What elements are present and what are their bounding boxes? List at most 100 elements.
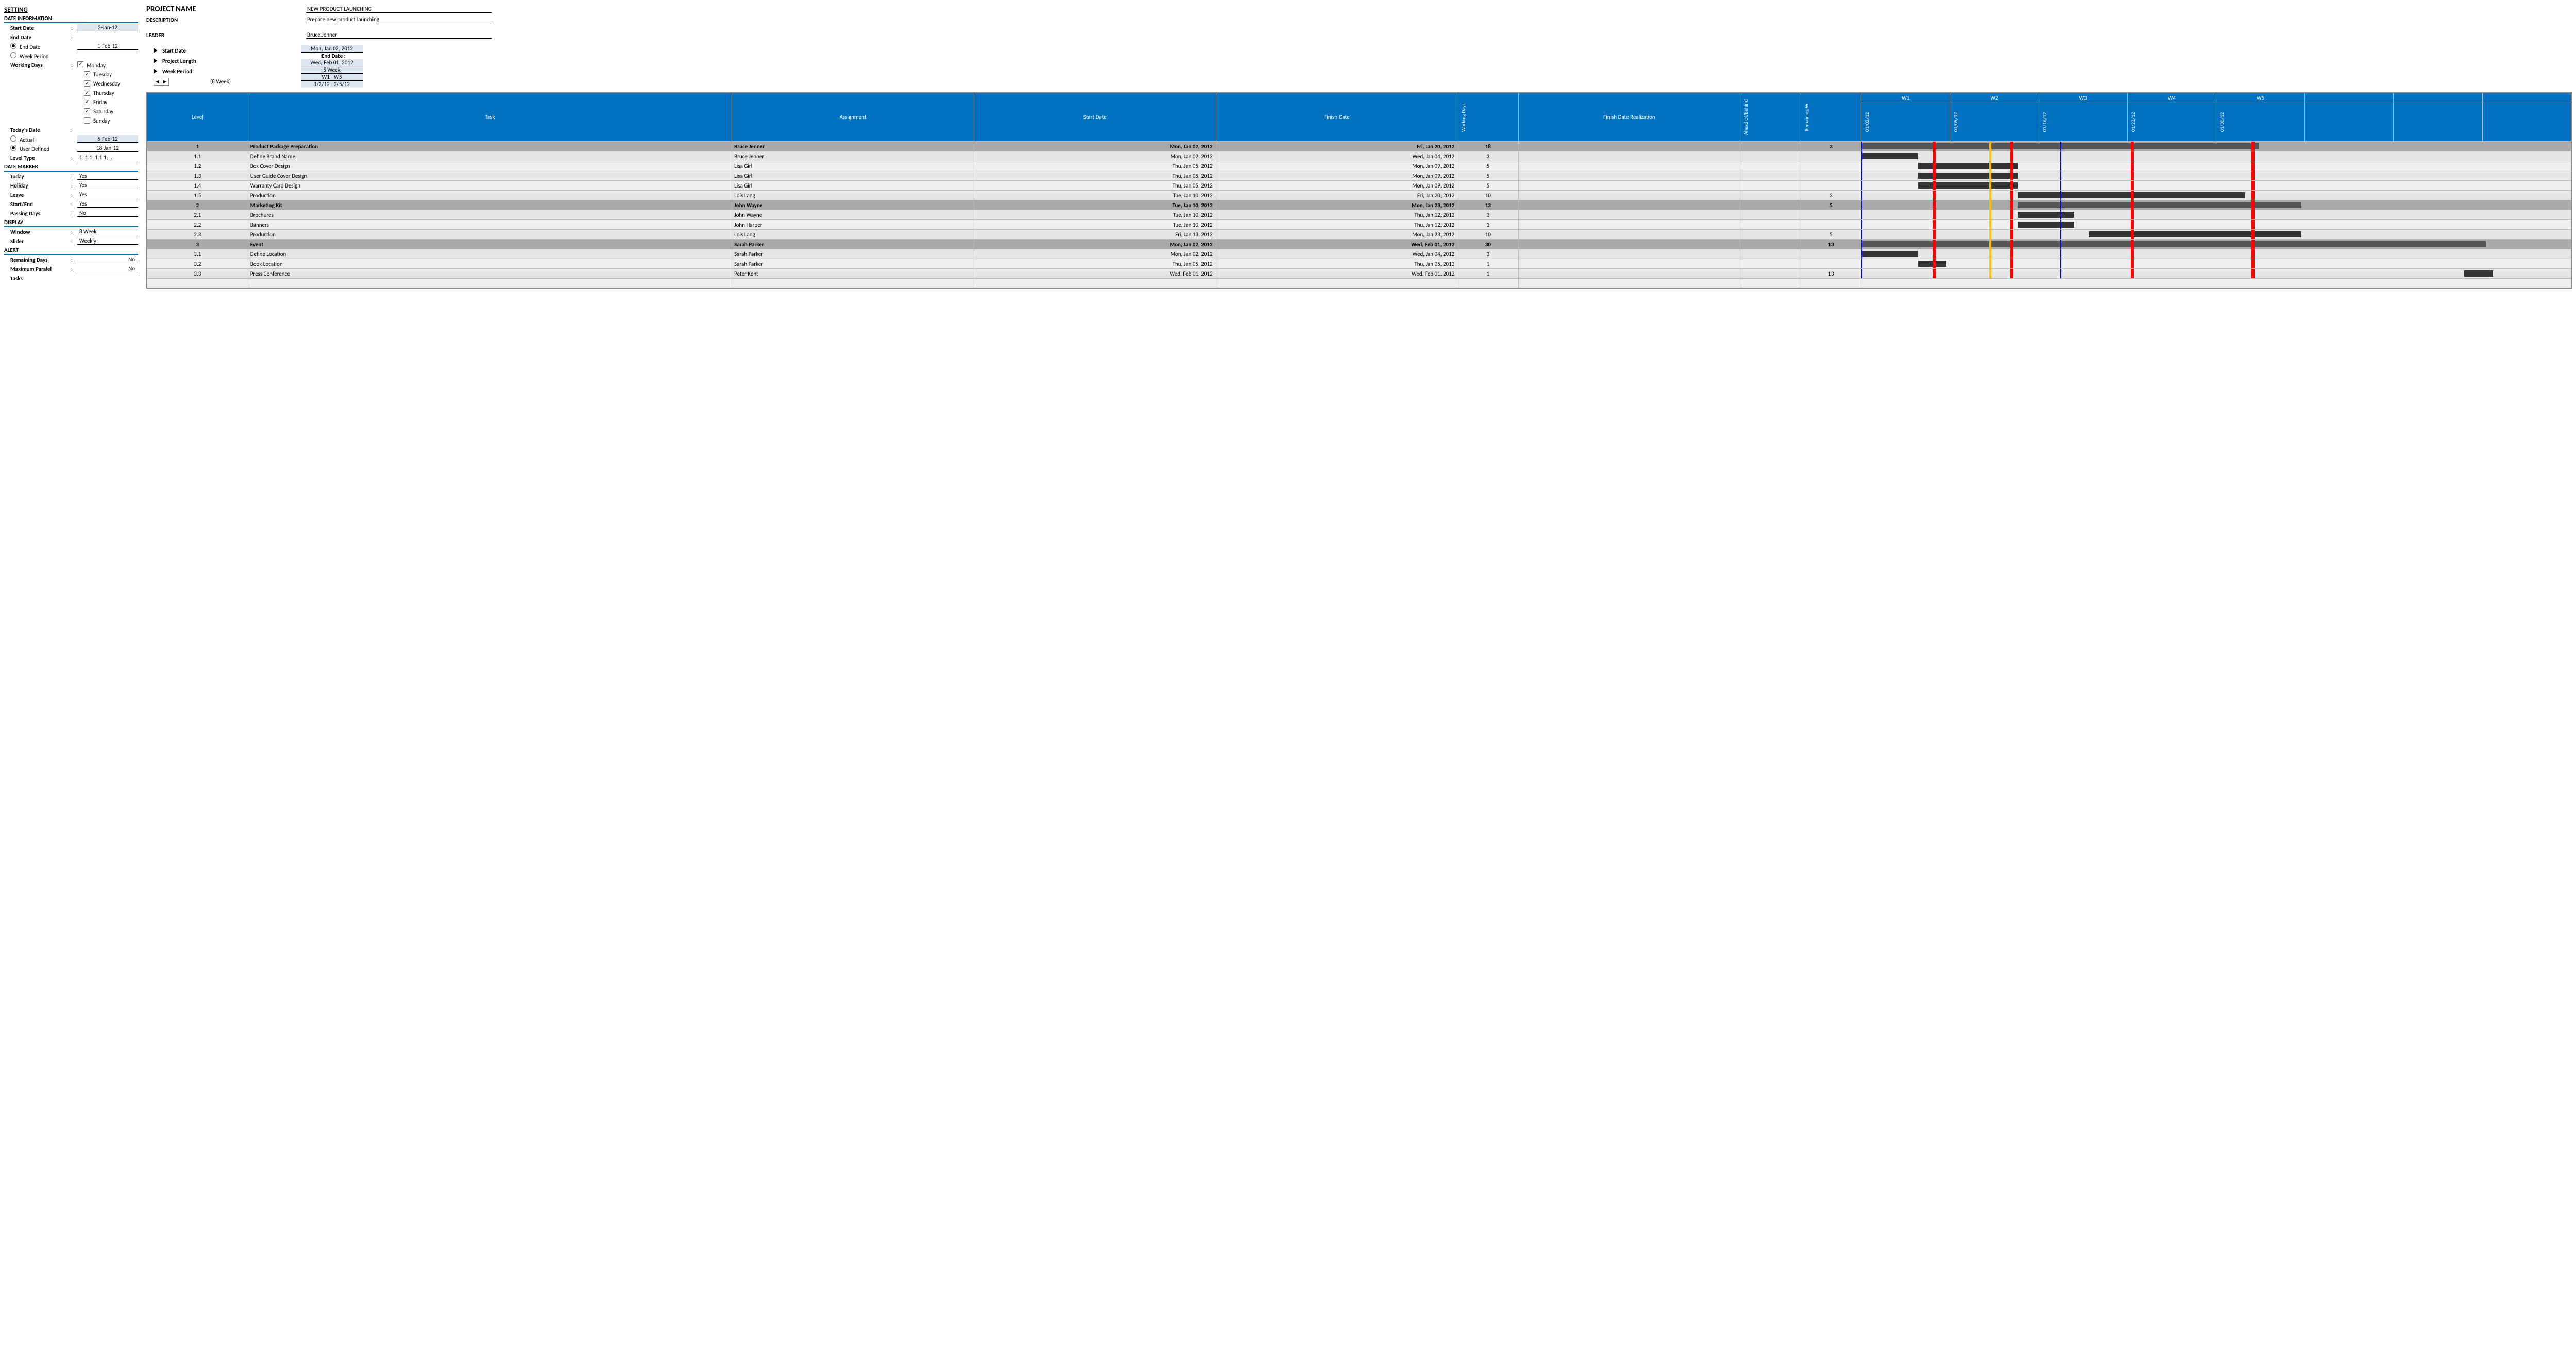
th-fr: Finish Date Realization [1518, 93, 1740, 142]
cell-assignment: Sarah Parker [732, 249, 974, 259]
slider-control[interactable]: ◄► [154, 78, 169, 86]
cell-finish: Fri, Jan 20, 2012 [1216, 191, 1458, 200]
table-row[interactable]: 1.2Box Cover DesignLisa GirlThu, Jan 05,… [147, 161, 2571, 171]
cell-wd: 5 [1458, 171, 1518, 181]
table-row[interactable]: 3.1Define LocationSarah ParkerMon, Jan 0… [147, 249, 2571, 259]
cell-level: 1.1 [147, 151, 248, 161]
gantt-bar [1861, 251, 1918, 257]
check-tuesday[interactable] [84, 71, 90, 77]
gantt-bar [2018, 222, 2074, 228]
marker-holiday-value[interactable]: Yes [77, 182, 138, 189]
cell-rw [1801, 210, 1861, 220]
cell-fr [1518, 210, 1740, 220]
th-task: Task [248, 93, 732, 142]
gantt-area [1861, 171, 2571, 181]
opt-end-date[interactable]: End Date [4, 43, 71, 50]
cell-start: Thu, Jan 05, 2012 [974, 181, 1216, 191]
cell-rw [1801, 249, 1861, 259]
th-level: Level [147, 93, 248, 142]
table-row[interactable]: 3.3Press ConferencePeter KentWed, Feb 01… [147, 269, 2571, 279]
table-row[interactable]: 1.5ProductionLois LangTue, Jan 10, 2012F… [147, 191, 2571, 200]
cell-ab [1740, 181, 1801, 191]
gantt-area [1861, 220, 2571, 230]
cell-level: 3 [147, 240, 248, 249]
table-row[interactable]: 1.4Warranty Card DesignLisa GirlThu, Jan… [147, 181, 2571, 191]
table-row[interactable]: 2.3ProductionLois LangFri, Jan 13, 2012M… [147, 230, 2571, 240]
level-type-value[interactable]: 1; 1.1; 1.1.1; .. [77, 154, 138, 161]
check-monday[interactable] [77, 61, 83, 67]
table-row[interactable]: 3.2Book LocationSarah ParkerThu, Jan 05,… [147, 259, 2571, 269]
th-w4: W4 [2127, 93, 2216, 103]
cell-ab [1740, 142, 1801, 151]
cell-rw: 13 [1801, 269, 1861, 279]
table-row[interactable]: 1.3User Guide Cover DesignLisa GirlThu, … [147, 171, 2571, 181]
cell-task: Warranty Card Design [248, 181, 732, 191]
check-saturday[interactable] [84, 108, 90, 114]
maxpar-value[interactable]: No [77, 265, 138, 272]
table-row[interactable]: 2.2BannersJohn HarperTue, Jan 10, 2012Th… [147, 220, 2571, 230]
cell-fr [1518, 259, 1740, 269]
window-value[interactable]: 8 Week [77, 228, 138, 235]
start-date-value[interactable]: 2-Jan-12 [77, 24, 138, 31]
cell-task: Production [248, 191, 732, 200]
cell-start: Tue, Jan 10, 2012 [974, 220, 1216, 230]
opt-user-defined[interactable]: User Defined [4, 145, 71, 152]
gantt-area [1861, 142, 2571, 151]
gantt-area [1861, 151, 2571, 161]
marker-se-value[interactable]: Yes [77, 200, 138, 208]
cell-rw: 13 [1801, 240, 1861, 249]
cell-level: 2.1 [147, 210, 248, 220]
cell-task: Production [248, 230, 732, 240]
date-marker-header: DATE MARKER [4, 163, 138, 172]
cell-start: Wed, Feb 01, 2012 [974, 269, 1216, 279]
cell-finish: Wed, Feb 01, 2012 [1216, 269, 1458, 279]
cell-fr [1518, 240, 1740, 249]
table-row[interactable]: 3EventSarah ParkerMon, Jan 02, 2012Wed, … [147, 240, 2571, 249]
level-type-label: Level Type [4, 155, 71, 161]
cell-fr [1518, 171, 1740, 181]
cell-level: 3.1 [147, 249, 248, 259]
gantt-bar [2018, 212, 2074, 218]
cell-start: Tue, Jan 10, 2012 [974, 191, 1216, 200]
cell-start: Mon, Jan 02, 2012 [974, 151, 1216, 161]
th-w2: W2 [1950, 93, 2039, 103]
description-value[interactable]: Prepare new product launching [306, 16, 492, 23]
opt-end-date-value[interactable]: 1-Feb-12 [77, 43, 138, 50]
cell-assignment: Sarah Parker [732, 240, 974, 249]
gantt-bar [2464, 270, 2493, 277]
header-start-date: Mon, Jan 02, 2012 [301, 45, 363, 53]
th-wd: Working Days [1458, 93, 1518, 142]
cell-start: Mon, Jan 02, 2012 [974, 249, 1216, 259]
opt-actual-value[interactable]: 6-Feb-12 [77, 135, 138, 143]
marker-leave-value[interactable]: Yes [77, 191, 138, 198]
remaining-value[interactable]: No [77, 256, 138, 263]
opt-week-period[interactable]: Week Period [4, 52, 71, 60]
cell-level: 2 [147, 200, 248, 210]
table-row[interactable]: 2.1BrochuresJohn WayneTue, Jan 10, 2012T… [147, 210, 2571, 220]
cell-rw: 5 [1801, 230, 1861, 240]
working-days-label: Working Days [4, 62, 71, 69]
table-row[interactable]: 1.1Define Brand NameBruce JennerMon, Jan… [147, 151, 2571, 161]
check-thursday[interactable] [84, 90, 90, 96]
start-date-label: Start Date [4, 25, 71, 31]
cell-assignment: Lois Lang [732, 191, 974, 200]
table-row[interactable]: 1Product Package PreparationBruce Jenner… [147, 142, 2571, 151]
check-sunday[interactable] [84, 117, 90, 124]
table-row[interactable]: 2Marketing KitJohn WayneTue, Jan 10, 201… [147, 200, 2571, 210]
opt-actual[interactable]: Actual [4, 135, 71, 143]
cell-rw: 3 [1801, 191, 1861, 200]
leader-value[interactable]: Bruce Jenner [306, 31, 492, 39]
marker-today-value[interactable]: Yes [77, 173, 138, 180]
th-rw: Remaining W [1801, 93, 1861, 142]
gantt-area [1861, 161, 2571, 171]
cell-ab [1740, 191, 1801, 200]
check-friday[interactable] [84, 99, 90, 105]
opt-user-value[interactable]: 18-Jan-12 [77, 145, 138, 152]
cell-finish: Thu, Jan 12, 2012 [1216, 220, 1458, 230]
check-wednesday[interactable] [84, 80, 90, 87]
project-name-value[interactable]: NEW PRODUCT LAUNCHING [306, 6, 492, 13]
marker-pd-value[interactable]: No [77, 210, 138, 217]
slider-value[interactable]: Weekly [77, 237, 138, 245]
th-assignment: Assignment [732, 93, 974, 142]
cell-rw [1801, 171, 1861, 181]
